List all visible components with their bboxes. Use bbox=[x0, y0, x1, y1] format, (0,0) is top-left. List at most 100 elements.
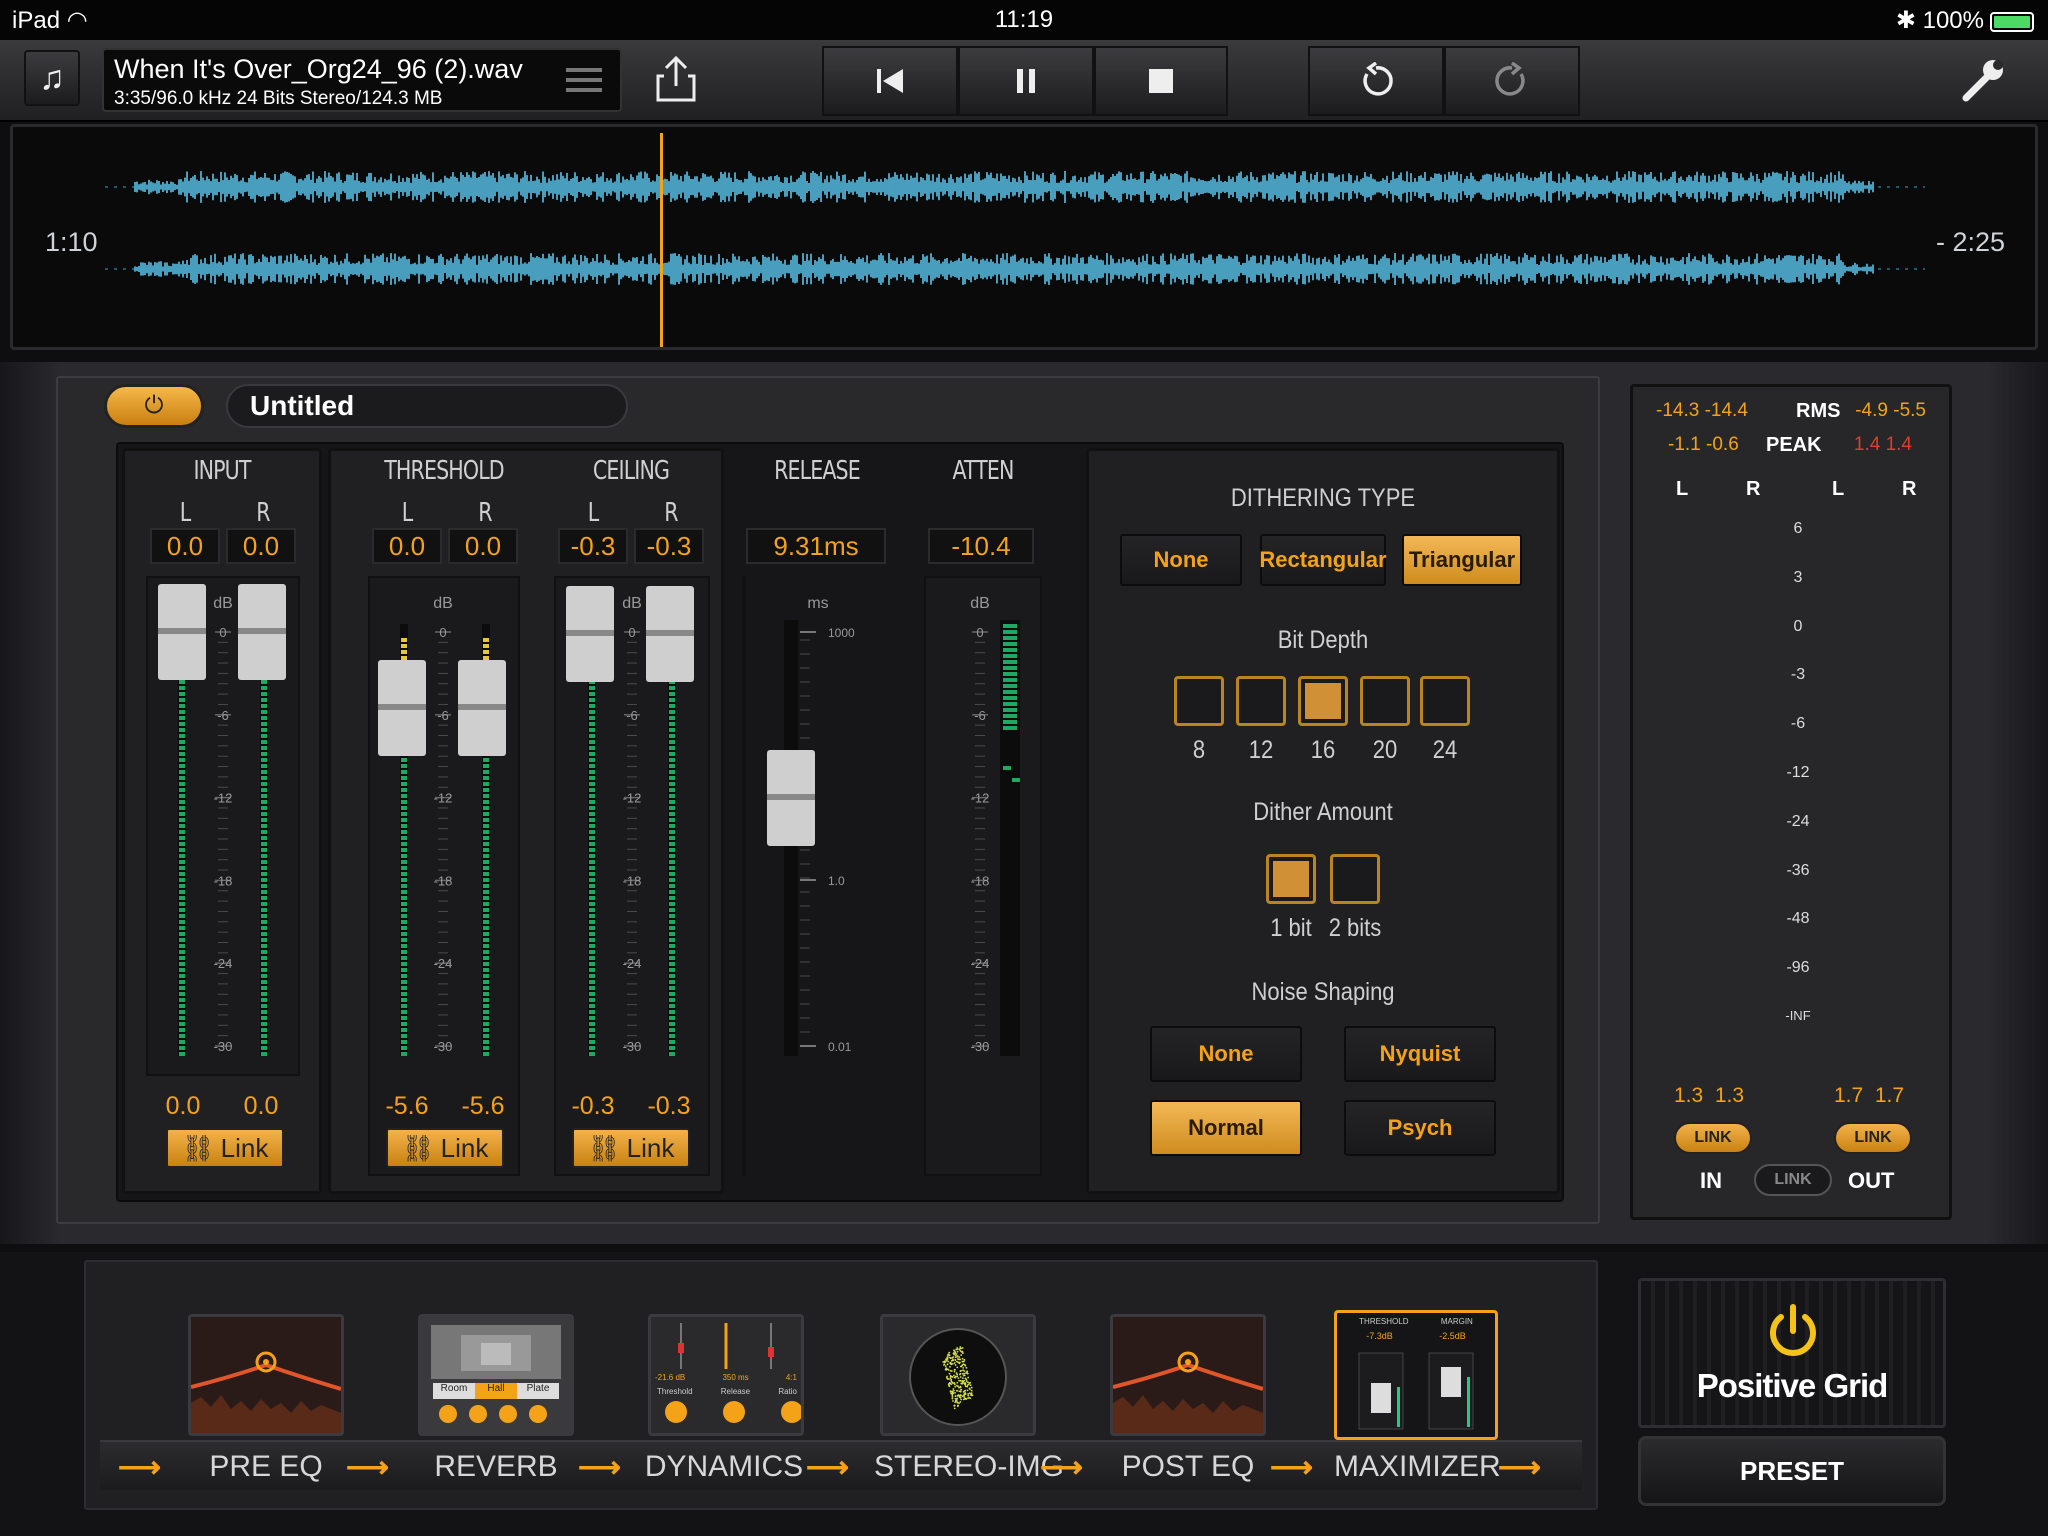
atten-meter-led bbox=[1003, 720, 1017, 724]
input-l-meter-led bbox=[179, 866, 185, 870]
noise-shaping-none[interactable]: None bbox=[1150, 1026, 1302, 1082]
input-l-meter-led bbox=[179, 842, 185, 846]
ceiling-r-meter-led bbox=[669, 932, 675, 936]
ceiling-r-meter-led bbox=[669, 692, 675, 696]
threshold-r-meter-led bbox=[483, 794, 489, 798]
input-r-meter-led bbox=[261, 692, 267, 696]
bit-depth-12-checkbox[interactable] bbox=[1236, 676, 1286, 726]
noise-shaping-normal[interactable]: Normal bbox=[1150, 1100, 1302, 1156]
io-link-button[interactable]: LINK bbox=[1754, 1164, 1832, 1196]
bit-depth-24-checkbox[interactable] bbox=[1420, 676, 1470, 726]
out-label: OUT bbox=[1848, 1168, 1895, 1193]
pre-eq-module-thumb[interactable] bbox=[188, 1314, 344, 1436]
threshold-r-meter-led bbox=[483, 1004, 489, 1008]
stereo-point bbox=[957, 1385, 959, 1388]
threshold-l-meter-led bbox=[401, 830, 407, 834]
threshold-l-meter-led bbox=[401, 806, 407, 810]
ceiling-r-meter-led bbox=[669, 716, 675, 720]
input-r-meter-led bbox=[261, 992, 267, 996]
noise-shaping-nyquist[interactable]: Nyquist bbox=[1344, 1026, 1496, 1082]
input-l-meter-led bbox=[179, 692, 185, 696]
atten-meter-led bbox=[1003, 684, 1017, 688]
scale-tick-label: -12 bbox=[214, 791, 233, 806]
threshold-r-meter-led bbox=[483, 962, 489, 966]
threshold-r-meter-led bbox=[483, 806, 489, 810]
bit-depth-8-checkbox[interactable] bbox=[1174, 676, 1224, 726]
pre-eq-label[interactable]: PRE EQ bbox=[186, 1450, 346, 1484]
input-r-meter-led bbox=[261, 1034, 267, 1038]
stereo-point bbox=[950, 1359, 953, 1362]
ceiling-r-meter-led bbox=[669, 698, 675, 702]
stereo-point bbox=[959, 1358, 962, 1361]
stereo-point bbox=[957, 1358, 959, 1360]
maximizer-label[interactable]: MAXIMIZER bbox=[1334, 1450, 1501, 1484]
stereo-img-module-thumb[interactable] bbox=[880, 1314, 1036, 1436]
ceiling-r-meter-led bbox=[669, 728, 675, 732]
dynamics-module-thumb[interactable]: -21.6 dB 350 ms 4:1 Threshold Release Ratio bbox=[648, 1314, 804, 1436]
maximizer-module-thumb[interactable]: THRESHOLD MARGIN -7.3dB -2.5dB bbox=[1334, 1310, 1498, 1440]
bit-depth-24-label: 24 bbox=[1432, 736, 1458, 764]
dither-type-triangular[interactable]: Triangular bbox=[1402, 534, 1522, 586]
threshold-l-meter-led bbox=[401, 794, 407, 798]
atten-meter-led bbox=[1003, 672, 1017, 676]
stereo-point bbox=[949, 1382, 952, 1385]
noise-shaping-psych[interactable]: Psych bbox=[1344, 1100, 1496, 1156]
bit-depth-12-label: 12 bbox=[1248, 736, 1274, 764]
ceiling-r-meter-led bbox=[669, 806, 675, 810]
ceiling-l-meter-led bbox=[589, 782, 595, 786]
input-l-meter-led bbox=[179, 986, 185, 990]
stereo-point bbox=[948, 1372, 951, 1375]
dither-amount-1bit-checkbox[interactable] bbox=[1266, 854, 1316, 904]
ceiling-r-meter-led bbox=[669, 1010, 675, 1014]
atten-meter-led bbox=[1003, 714, 1017, 718]
dynamics-label[interactable]: DYNAMICS bbox=[644, 1450, 804, 1484]
threshold-r-meter-led bbox=[483, 836, 489, 840]
input-l-meter-led bbox=[179, 764, 185, 768]
stereo-point bbox=[968, 1392, 971, 1394]
input-l-meter-led bbox=[179, 860, 185, 864]
ceiling-r-meter-led bbox=[669, 1016, 675, 1020]
input-r-meter-led bbox=[261, 980, 267, 984]
reverb-module-thumb[interactable]: Room Hall Plate bbox=[418, 1314, 574, 1436]
in-link-button[interactable]: LINK bbox=[1674, 1122, 1752, 1154]
post-eq-module-thumb[interactable] bbox=[1110, 1314, 1266, 1436]
input-r-fader-groove bbox=[238, 628, 286, 634]
db-scale-label: -INF bbox=[1785, 1008, 1811, 1023]
input-r-meter-led bbox=[261, 716, 267, 720]
threshold-l-meter-led bbox=[401, 872, 407, 876]
stereo-point bbox=[953, 1362, 956, 1364]
stereo-point bbox=[956, 1401, 959, 1404]
threshold-r-meter-led bbox=[483, 830, 489, 834]
stereo-point bbox=[947, 1360, 950, 1363]
dither-type-rectangular[interactable]: Rectangular bbox=[1259, 534, 1387, 586]
positive-grid-power-box[interactable]: Positive Grid bbox=[1638, 1278, 1946, 1428]
out-peak-readout: 1.4 1.4 bbox=[1853, 434, 1912, 455]
bit-depth-16-checkbox[interactable] bbox=[1298, 676, 1348, 726]
input-r-meter-led bbox=[261, 920, 267, 924]
threshold-l-meter-led bbox=[401, 962, 407, 966]
out-link-button[interactable]: LINK bbox=[1834, 1122, 1912, 1154]
stereo-point bbox=[961, 1372, 964, 1375]
input-l-meter-led bbox=[179, 716, 185, 720]
stereo-img-label[interactable]: STEREO-IMG bbox=[874, 1450, 1064, 1484]
stereo-point bbox=[945, 1358, 948, 1360]
ceiling-r-meter-led bbox=[669, 896, 675, 900]
stereo-point bbox=[961, 1395, 964, 1397]
preset-button[interactable]: PRESET bbox=[1638, 1436, 1946, 1506]
dither-type-none[interactable]: None bbox=[1120, 534, 1242, 586]
threshold-r-meter-led bbox=[483, 818, 489, 822]
reverb-mode-room: Room bbox=[433, 1383, 475, 1399]
ceiling-l-meter-led bbox=[589, 884, 595, 888]
bit-depth-20-checkbox[interactable] bbox=[1360, 676, 1410, 726]
stereo-point bbox=[966, 1385, 969, 1388]
ceiling-l-meter-led bbox=[589, 950, 595, 954]
dither-amount-2bits-checkbox[interactable] bbox=[1330, 854, 1380, 904]
post-eq-label[interactable]: POST EQ bbox=[1108, 1450, 1268, 1484]
out-r-label: R bbox=[1902, 478, 1917, 500]
chain-arrow-7: ⟶ bbox=[1498, 1451, 1542, 1484]
stereo-point bbox=[944, 1365, 947, 1368]
stereo-point bbox=[964, 1392, 967, 1394]
scale-tick-label: -12 bbox=[971, 791, 990, 806]
reverb-label[interactable]: REVERB bbox=[416, 1450, 576, 1484]
ceiling-l-meter-led bbox=[589, 956, 595, 960]
